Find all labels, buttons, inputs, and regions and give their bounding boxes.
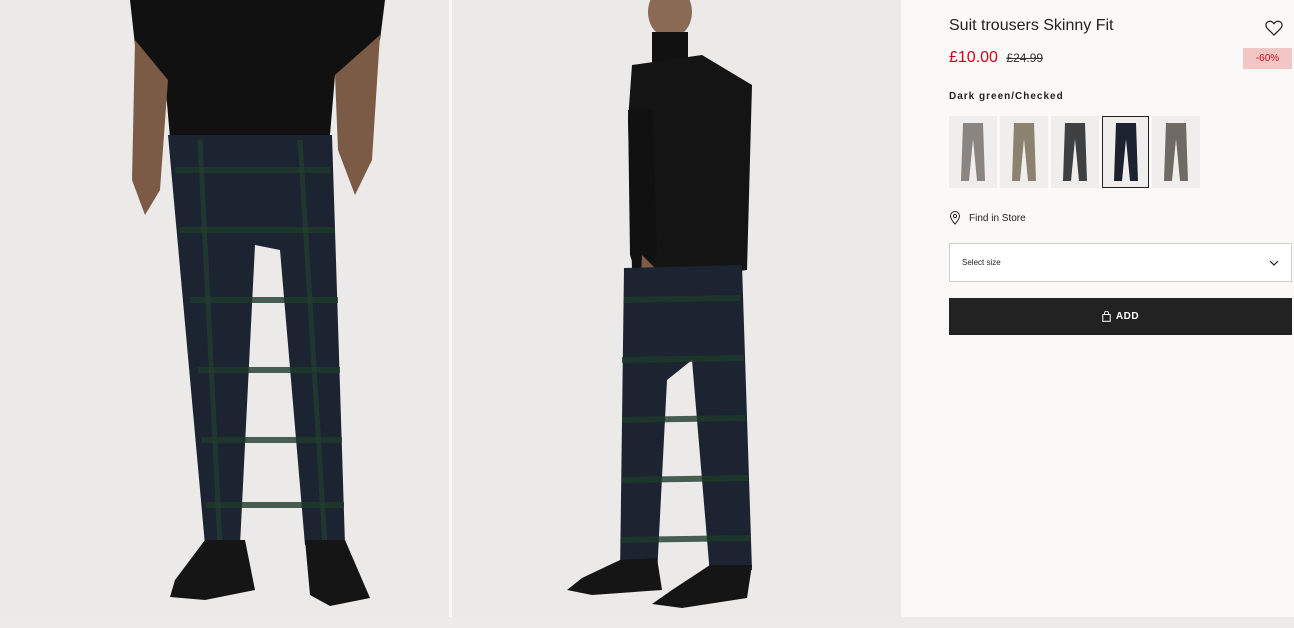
heart-icon (1265, 20, 1283, 36)
add-button-label: ADD (1115, 311, 1140, 322)
price-row: £10.00 £24.99 (949, 49, 1043, 69)
sale-price: £10.00 (949, 49, 998, 66)
location-pin-icon (949, 211, 961, 225)
colour-swatch-2[interactable] (1000, 116, 1048, 188)
product-image-front[interactable] (0, 0, 449, 617)
swatch-trouser-thumbnail (1164, 123, 1188, 181)
original-price: £24.99 (1006, 51, 1044, 65)
colour-name: Dark green/Checked (949, 91, 1064, 102)
chevron-down-icon (1269, 260, 1279, 266)
favourite-button[interactable] (1264, 18, 1284, 38)
add-to-bag-button[interactable]: ADD (949, 298, 1292, 335)
colour-swatches (949, 116, 1200, 188)
product-image-side[interactable] (452, 0, 901, 617)
size-select-label: Select size (962, 258, 1001, 267)
colour-swatch-4[interactable] (1102, 116, 1149, 188)
colour-swatch-1[interactable] (949, 116, 997, 188)
find-in-store-link[interactable]: Find in Store (949, 211, 1026, 225)
swatch-trouser-thumbnail (1063, 123, 1087, 181)
swatch-trouser-thumbnail (961, 123, 985, 181)
colour-swatch-5[interactable] (1152, 116, 1200, 188)
discount-badge: -60% (1243, 48, 1292, 69)
size-select[interactable]: Select size (949, 243, 1292, 282)
product-gallery (0, 0, 901, 617)
colour-swatch-3[interactable] (1051, 116, 1099, 188)
find-in-store-label: Find in Store (969, 212, 1026, 224)
bag-icon (1102, 311, 1111, 322)
footer-strip (0, 617, 1294, 628)
swatch-trouser-thumbnail (1012, 123, 1036, 181)
product-title: Suit trousers Skinny Fit (949, 17, 1114, 34)
swatch-trouser-thumbnail (1113, 123, 1138, 181)
